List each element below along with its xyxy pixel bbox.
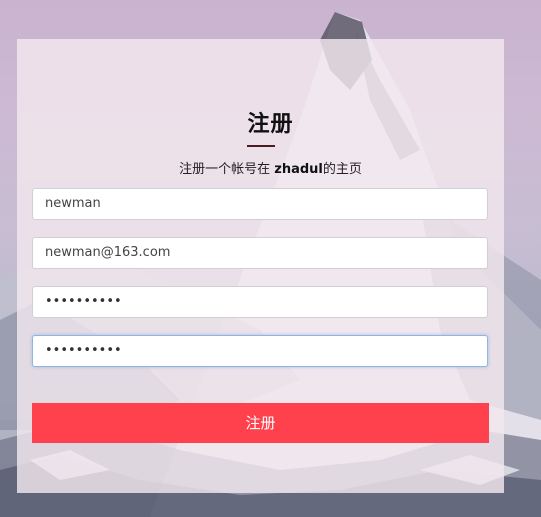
page-title: 注册 [247,112,294,137]
title-underline [247,145,275,147]
username-input[interactable]: newman [32,188,488,220]
email-input[interactable]: newman@163.com [32,237,488,269]
subtitle-brand: zhadul [274,162,323,177]
confirm-password-input[interactable]: •••••••••• [32,335,488,367]
subtitle-suffix: 的主页 [322,162,362,177]
password-input[interactable]: •••••••••• [32,286,488,318]
subtitle-prefix: 注册一个帐号在 [179,162,275,177]
register-button[interactable]: 注册 [32,403,489,443]
subtitle: 注册一个帐号在 zhadul的主页 [0,158,541,177]
